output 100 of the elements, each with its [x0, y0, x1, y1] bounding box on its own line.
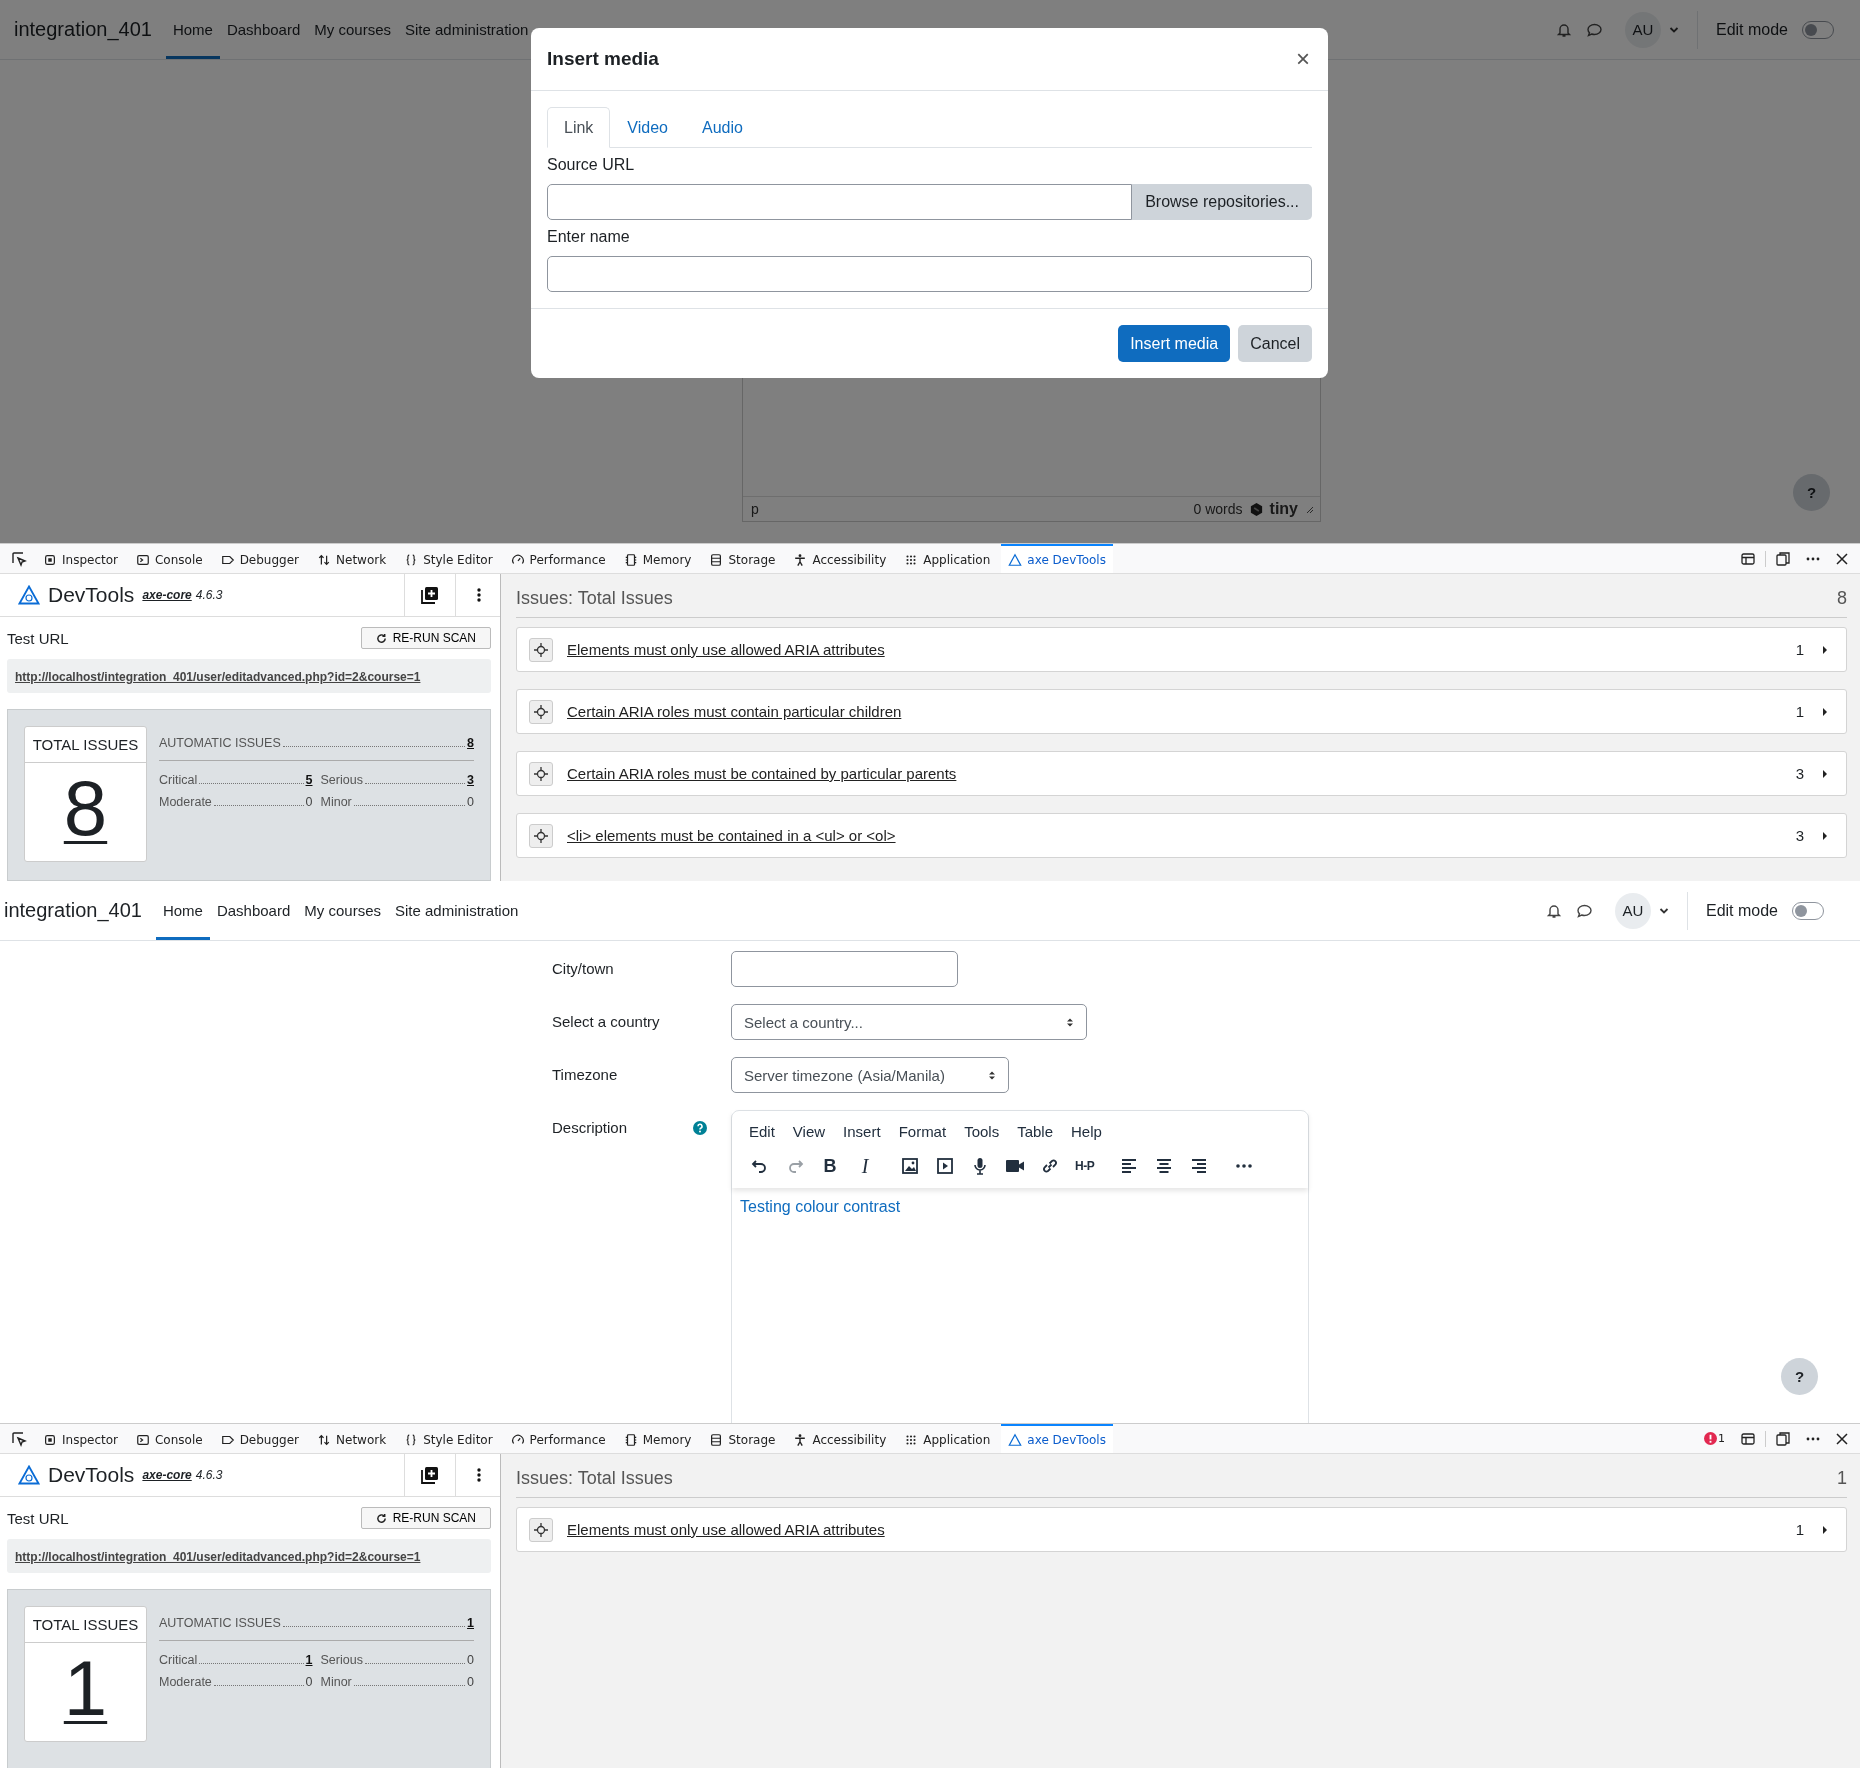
bold-button[interactable]: B	[820, 1156, 840, 1176]
devtools-tab[interactable]: Console	[129, 1424, 210, 1453]
cancel-button[interactable]: Cancel	[1238, 325, 1312, 362]
axe-core-link[interactable]: axe-core	[142, 1468, 192, 1482]
issue-row[interactable]: Elements must only use allowed ARIA attributes 1	[516, 627, 1847, 672]
edit-mode-toggle[interactable]	[1802, 20, 1834, 39]
nav-link[interactable]: My courses	[297, 881, 388, 940]
browse-button[interactable]: Browse repositories...	[1132, 184, 1312, 220]
devtools-tab[interactable]: Application	[897, 1424, 998, 1453]
issue-row[interactable]: Certain ARIA roles must be contained by particular parents 3	[516, 751, 1847, 796]
highlight-button[interactable]	[529, 1517, 553, 1542]
h5p-button[interactable]: H-P	[1075, 1156, 1095, 1176]
devtools-tab[interactable]: Network	[310, 1424, 394, 1453]
menu-item[interactable]: Format	[891, 1119, 954, 1144]
element-picker-icon[interactable]	[11, 550, 27, 567]
menu-item[interactable]: Edit	[742, 1119, 782, 1144]
refresh-icon[interactable]	[375, 1512, 387, 1524]
new-scan-button[interactable]	[404, 1454, 456, 1496]
crosshair-icon[interactable]	[534, 828, 548, 843]
impact-count[interactable]: 1	[305, 1653, 313, 1667]
media-icon[interactable]	[935, 1156, 955, 1176]
user-avatar[interactable]: AU	[1614, 892, 1651, 929]
add-box-icon[interactable]	[420, 585, 440, 605]
menu-item[interactable]: Tools	[957, 1119, 1007, 1144]
chat-bubble-icon[interactable]	[1585, 21, 1603, 38]
input-field[interactable]	[547, 256, 1312, 292]
nav-link[interactable]: Home	[155, 881, 210, 940]
issue-row[interactable]: <li> elements must be contained in a <ul> or <ol> 3	[516, 813, 1847, 858]
devtools-tab[interactable]: Storage	[702, 1424, 783, 1453]
devtools-tab[interactable]: Console	[129, 544, 210, 573]
devtools-tab[interactable]: Memory	[616, 544, 699, 573]
nav-link[interactable]: My courses	[307, 0, 398, 59]
rerun-scan-button[interactable]: RE-RUN SCAN	[360, 1507, 491, 1529]
user-avatar[interactable]: AU	[1624, 11, 1661, 48]
caret-right-icon[interactable]	[1822, 645, 1828, 654]
kebab-menu-icon[interactable]	[476, 587, 482, 603]
menu-item[interactable]: View	[785, 1119, 833, 1144]
issue-row[interactable]: Elements must only use allowed ARIA attributes 1	[516, 1507, 1847, 1552]
devtools-tab[interactable]: Style Editor	[397, 1424, 500, 1453]
devtools-tab[interactable]: Inspector	[36, 544, 125, 573]
media-tab[interactable]: Link	[547, 107, 611, 148]
bell-icon[interactable]	[1555, 21, 1572, 38]
devtools-tab[interactable]: Storage	[702, 544, 783, 573]
issue-link[interactable]: Elements must only use allowed ARIA attributes	[567, 1521, 885, 1538]
crosshair-icon[interactable]	[534, 704, 548, 719]
crosshair-icon[interactable]	[534, 1522, 548, 1537]
refresh-icon[interactable]	[375, 632, 387, 644]
devtools-tab[interactable]: Performance	[503, 544, 613, 573]
help-icon[interactable]	[693, 1120, 707, 1135]
caret-icon[interactable]	[1658, 906, 1669, 915]
resize-handle-icon[interactable]	[1304, 504, 1314, 514]
layout-icon[interactable]	[1740, 550, 1756, 567]
axe-core-link[interactable]: axe-core	[142, 588, 192, 602]
caret-right-icon[interactable]	[1822, 831, 1828, 840]
issue-link[interactable]: Elements must only use allowed ARIA attributes	[567, 641, 885, 658]
devtools-tab[interactable]: Application	[897, 544, 998, 573]
help-button[interactable]: ?	[1781, 1358, 1818, 1395]
italic-button[interactable]: I	[855, 1156, 875, 1176]
devtools-tab[interactable]: Memory	[616, 1424, 699, 1453]
bell-icon[interactable]	[1545, 902, 1562, 919]
nav-link[interactable]: Dashboard	[209, 881, 298, 940]
help-button[interactable]: ?	[1793, 474, 1830, 511]
edit-mode-toggle[interactable]	[1792, 901, 1824, 920]
devtools-tab[interactable]: Performance	[503, 1424, 613, 1453]
nav-link[interactable]: Site administration	[388, 881, 526, 940]
devtools-tab[interactable]: Network	[310, 544, 394, 573]
new-scan-button[interactable]	[404, 574, 456, 616]
automatic-issues-count[interactable]: 1	[467, 1616, 474, 1630]
rerun-scan-button[interactable]: RE-RUN SCAN	[360, 627, 491, 649]
total-issues-count[interactable]: 8	[63, 769, 108, 847]
impact-count[interactable]: 3	[467, 773, 474, 787]
total-issues-count[interactable]: 1	[63, 1649, 108, 1727]
crosshair-icon[interactable]	[534, 766, 548, 781]
site-name[interactable]: integration_401	[14, 18, 152, 41]
error-icon[interactable]	[1704, 1432, 1717, 1445]
site-name[interactable]: integration_401	[4, 899, 142, 922]
menu-item[interactable]: Insert	[836, 1119, 888, 1144]
caret-right-icon[interactable]	[1822, 707, 1828, 716]
devtools-tab[interactable]: Accessibility	[786, 544, 894, 573]
media-tab[interactable]: Audio	[685, 107, 760, 148]
highlight-button[interactable]	[529, 699, 553, 724]
image-icon[interactable]	[900, 1156, 920, 1176]
input-field[interactable]	[547, 184, 1133, 220]
add-box-icon[interactable]	[420, 1465, 440, 1485]
highlight-button[interactable]	[529, 823, 553, 848]
text-input[interactable]	[731, 951, 958, 987]
devtools-tab[interactable]: Inspector	[36, 1424, 125, 1453]
insert-button[interactable]: Insert media	[1118, 325, 1231, 362]
menu-item[interactable]: Help	[1064, 1119, 1109, 1144]
issue-link[interactable]: Certain ARIA roles must be contained by particular parents	[567, 765, 957, 782]
issue-row[interactable]: Certain ARIA roles must contain particular children 1	[516, 689, 1847, 734]
devtools-tab[interactable]: axe DevTools	[1001, 1424, 1113, 1453]
caret-right-icon[interactable]	[1822, 769, 1828, 778]
devtools-tab[interactable]: Debugger	[213, 1424, 307, 1453]
layout-icon[interactable]	[1740, 1430, 1756, 1447]
close-button[interactable]: ×	[1294, 45, 1312, 73]
highlight-button[interactable]	[529, 637, 553, 662]
select-field[interactable]: Server timezone (Asia/Manila)	[731, 1057, 1009, 1093]
link-icon[interactable]	[1040, 1156, 1060, 1176]
sort-arrows-icon[interactable]	[988, 1069, 996, 1081]
